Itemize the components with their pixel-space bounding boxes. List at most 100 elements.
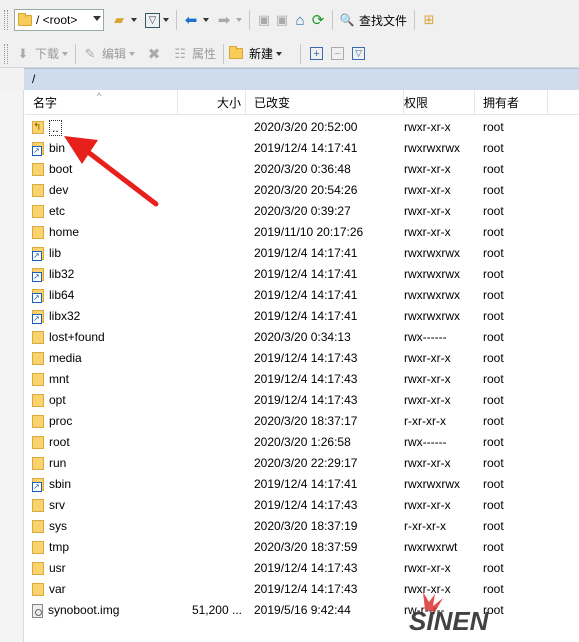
file-size [178, 285, 246, 306]
open-folder-button[interactable]: ▰ [110, 9, 137, 31]
file-name: sys [49, 519, 67, 533]
file-row[interactable]: dev 2020/3/20 20:54:26 rwxr-xr-x root [25, 180, 579, 201]
column-header-modified[interactable]: 已改变 [246, 90, 404, 115]
file-name: usr [49, 561, 66, 575]
chevron-down-icon[interactable] [93, 16, 101, 21]
file-toolbar: ⬇ 下载 ✎ 编辑 ✖ ☷ 属性 新建 + − ▽ [0, 40, 579, 68]
edit-icon: ✎ [84, 45, 96, 61]
file-row[interactable]: usr 2019/12/4 14:17:43 rwxr-xr-x root [25, 558, 579, 579]
file-row[interactable]: opt 2019/12/4 14:17:43 rwxr-xr-x root [25, 390, 579, 411]
file-row[interactable]: home 2019/11/10 20:17:26 rwxr-xr-x root [25, 222, 579, 243]
filter-button[interactable]: ▽ [145, 9, 169, 31]
toolbar-grip[interactable] [4, 10, 8, 30]
path-dropdown[interactable]: / <root> [14, 9, 104, 31]
file-row[interactable]: tmp 2020/3/20 18:37:59 rwxrwxrwt root [25, 537, 579, 558]
file-row[interactable]: srv 2019/12/4 14:17:43 rwxr-xr-x root [25, 495, 579, 516]
column-permissions-label: 权限 [404, 96, 429, 110]
file-modified: 2020/3/20 18:37:59 [254, 540, 358, 554]
file-size [178, 516, 246, 537]
collapse-icon[interactable]: − [331, 47, 345, 60]
back-button[interactable]: ⬅ [182, 9, 209, 31]
folder-icon [32, 226, 44, 239]
folder-link-icon [32, 268, 44, 282]
toolbar-grip[interactable] [4, 43, 8, 64]
chevron-down-icon[interactable] [236, 18, 242, 22]
toolbar-separator [176, 10, 177, 30]
file-name: root [49, 435, 70, 449]
file-row[interactable]: libx32 2019/12/4 14:17:41 rwxrwxrwx root [25, 306, 579, 327]
folder-icon [32, 205, 44, 218]
filter-icon[interactable]: ▽ [352, 47, 366, 60]
column-header-size[interactable]: 大小 [178, 90, 246, 115]
file-row[interactable]: proc 2020/3/20 18:37:17 r-xr-xr-x root [25, 411, 579, 432]
delete-icon: ✖ [147, 45, 161, 63]
file-row[interactable]: lib64 2019/12/4 14:17:41 rwxrwxrwx root [25, 285, 579, 306]
watermark-logo: SINEN [409, 592, 490, 636]
folder-icon [32, 562, 44, 575]
home-icon[interactable]: ⌂ [291, 11, 309, 29]
root-directory-icon[interactable]: ▣ [273, 11, 291, 29]
chevron-down-icon[interactable] [276, 51, 283, 56]
file-size [178, 180, 246, 201]
file-row[interactable]: run 2020/3/20 22:29:17 rwxr-xr-x root [25, 453, 579, 474]
file-name-cell: lib32 [25, 264, 178, 285]
column-header-name[interactable]: 名字 ^ [25, 90, 178, 115]
file-name: var [49, 582, 66, 596]
chevron-down-icon[interactable] [131, 18, 137, 22]
folder-icon [32, 583, 44, 596]
chevron-down-icon[interactable] [163, 18, 169, 22]
delete-button[interactable]: ✖ [145, 43, 163, 65]
column-header-permissions[interactable]: 权限 [396, 90, 475, 115]
chevron-down-icon[interactable] [203, 18, 209, 22]
file-name: srv [49, 498, 65, 512]
file-row[interactable]: mnt 2019/12/4 14:17:43 rwxr-xr-x root [25, 369, 579, 390]
file-owner: root [483, 162, 504, 176]
file-permissions: rwxrwxrwx [404, 141, 460, 155]
expand-icon[interactable]: + [310, 47, 324, 60]
file-row[interactable]: etc 2020/3/20 0:39:27 rwxr-xr-x root [25, 201, 579, 222]
folder-icon [32, 394, 44, 407]
file-name-cell: sys [25, 516, 178, 537]
file-permissions: rwxr-xr-x [404, 351, 451, 365]
file-owner: root [483, 309, 504, 323]
file-size [178, 159, 246, 180]
file-size [178, 138, 246, 159]
download-button[interactable]: ⬇ 下载 [14, 43, 69, 65]
file-row[interactable]: bin 2019/12/4 14:17:41 rwxrwxrwx root [25, 138, 579, 159]
chevron-down-icon[interactable] [129, 51, 136, 56]
edit-button[interactable]: ✎ 编辑 [81, 43, 136, 65]
tree-view-icon[interactable]: ⊞ [420, 11, 438, 29]
file-row[interactable]: lost+found 2020/3/20 0:34:13 rwx------ root [25, 327, 579, 348]
find-files-button[interactable]: 🔍 查找文件 [338, 9, 408, 31]
file-row[interactable]: sys 2020/3/20 18:37:19 r-xr-xr-x root [25, 516, 579, 537]
forward-button[interactable]: ➡ [215, 9, 242, 31]
column-header-owner[interactable]: 拥有者 [475, 90, 548, 115]
file-row[interactable]: lib32 2019/12/4 14:17:41 rwxrwxrwx root [25, 264, 579, 285]
file-size [178, 222, 246, 243]
file-size [178, 369, 246, 390]
new-label: 新建 [249, 47, 274, 61]
folder-link-icon [32, 247, 44, 261]
file-name: .. [49, 119, 62, 136]
parent-directory-icon[interactable]: ▣ [255, 11, 273, 29]
file-row[interactable]: media 2019/12/4 14:17:43 rwxr-xr-x root [25, 348, 579, 369]
file-modified: 2020/3/20 18:37:19 [254, 519, 358, 533]
edit-label: 编辑 [102, 47, 127, 61]
file-row[interactable]: root 2020/3/20 1:26:58 rwx------ root [25, 432, 579, 453]
file-row[interactable]: .. 2020/3/20 20:52:00 rwxr-xr-x root [25, 117, 579, 138]
parent-folder-icon [32, 121, 44, 134]
file-permissions: rwxr-xr-x [404, 225, 451, 239]
current-path[interactable]: / [24, 68, 579, 90]
refresh-icon[interactable]: ⟳ [309, 11, 327, 29]
file-permissions: rwxr-xr-x [404, 162, 451, 176]
file-row[interactable]: sbin 2019/12/4 14:17:41 rwxrwxrwx root [25, 474, 579, 495]
file-row[interactable]: boot 2020/3/20 0:36:48 rwxr-xr-x root [25, 159, 579, 180]
toolbar-separator [249, 10, 250, 30]
file-row[interactable]: lib 2019/12/4 14:17:41 rwxrwxrwx root [25, 243, 579, 264]
file-permissions: rwx------ [404, 435, 447, 449]
chevron-down-icon[interactable] [62, 51, 69, 56]
file-name: lib32 [49, 267, 75, 281]
file-size [178, 327, 246, 348]
new-button[interactable]: 新建 [229, 43, 283, 65]
properties-button[interactable]: ☷ 属性 [171, 43, 216, 65]
